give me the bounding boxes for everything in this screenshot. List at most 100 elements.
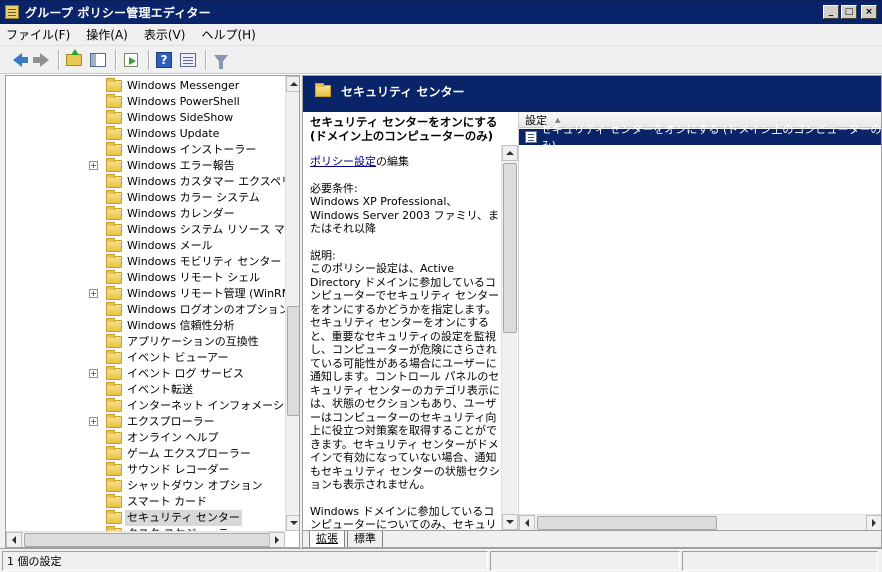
minimize-button[interactable]: _ <box>823 5 839 19</box>
folder-icon <box>106 430 122 444</box>
help-button[interactable]: ? <box>153 49 175 71</box>
list-item-label: セキュリティ センターをオンにする (ドメイン上のコンピューターのみ) <box>540 123 882 152</box>
tree-scroll-left-button[interactable] <box>6 532 22 547</box>
menu-help[interactable]: ヘルプ(H) <box>201 26 255 43</box>
edit-line: ポリシー設定の編集 <box>310 155 505 169</box>
tree-scroll-thumb[interactable] <box>287 306 299 416</box>
list-item[interactable]: セキュリティ センターをオンにする (ドメイン上のコンピューターのみ) <box>519 123 881 152</box>
window-title: グループ ポリシー管理エディター <box>25 5 211 20</box>
tree-item[interactable]: + エクスプローラー <box>6 414 285 430</box>
tree-item[interactable]: セキュリティ センター <box>6 510 285 526</box>
explanation: 説明: このポリシー設定は、Active Directory ドメインに参加してい… <box>310 249 505 492</box>
tree-scroll-right-button[interactable] <box>269 532 285 547</box>
tree-item[interactable]: Windows メール <box>6 238 285 254</box>
folder-up-icon <box>66 48 82 66</box>
toolbar-separator <box>148 49 149 70</box>
export-list-button[interactable] <box>120 49 142 71</box>
tree-item[interactable]: ゲーム エクスプローラー <box>6 446 285 462</box>
window-controls: _ □ × <box>823 5 877 19</box>
help-icon: ? <box>156 51 172 68</box>
tree-scroll-up-button[interactable] <box>286 76 299 92</box>
requirements: 必要条件: Windows XP Professional、Windows Ser… <box>310 182 505 236</box>
properties-icon <box>180 52 196 67</box>
folder-icon <box>106 254 122 268</box>
folder-icon <box>106 366 122 380</box>
tree-item[interactable]: Windows システム リソース マネー <box>6 222 299 238</box>
desc-scroll-thumb[interactable] <box>503 163 517 333</box>
tree-item[interactable]: Windows カレンダー <box>6 206 285 222</box>
properties-button[interactable] <box>177 49 199 71</box>
tree-item[interactable]: Windows モビリティ センター <box>6 254 285 270</box>
tree-item[interactable]: アプリケーションの互換性 <box>6 334 285 350</box>
tree-item[interactable]: Windows インストーラー <box>6 142 285 158</box>
expand-icon[interactable]: + <box>89 417 98 426</box>
tree-item[interactable]: Windows ログオンのオプション <box>6 302 290 318</box>
edit-policy-link[interactable]: ポリシー設定 <box>310 155 376 168</box>
tree-item[interactable]: Windows カラー システム <box>6 190 285 206</box>
tree-item-label: Windows ログオンのオプション <box>127 303 290 316</box>
list-scroll-left-button[interactable] <box>519 515 535 531</box>
filter-icon <box>214 55 228 69</box>
folder-icon <box>106 286 122 300</box>
edit-suffix: の編集 <box>376 155 409 168</box>
tree-item[interactable]: Windows Update <box>6 126 285 142</box>
close-button[interactable]: × <box>861 5 877 19</box>
description-scrollbar[interactable] <box>501 145 518 530</box>
tab-standard[interactable]: 標準 <box>347 531 383 547</box>
tree-item[interactable]: インターネット インフォメーション サ <box>6 398 299 414</box>
tree-item[interactable]: オンライン ヘルプ <box>6 430 285 446</box>
tree-item[interactable]: サウンド レコーダー <box>6 462 285 478</box>
scroll-down-icon <box>506 520 514 524</box>
up-level-button[interactable] <box>63 48 85 71</box>
tree-item[interactable]: + イベント ログ サービス <box>6 366 285 382</box>
forward-button[interactable] <box>30 49 52 71</box>
tree-item-label: イベント ビューアー <box>127 351 229 364</box>
tree-item-label: Windows インストーラー <box>127 143 257 156</box>
filter-button[interactable] <box>210 49 232 71</box>
tab-extended[interactable]: 拡張 <box>309 531 345 547</box>
expand-icon[interactable]: + <box>89 369 98 378</box>
tree-item-label: アプリケーションの互換性 <box>127 335 259 348</box>
tree-item[interactable]: Windows 信頼性分析 <box>6 318 285 334</box>
tree-item[interactable]: Windows PowerShell <box>6 94 285 110</box>
tree-list: Windows Messenger Windows PowerShell Windo… <box>6 78 299 542</box>
desc-scroll-down-button[interactable] <box>502 514 518 530</box>
policy-setting-icon <box>525 131 537 143</box>
tree-item[interactable]: + Windows エラー報告 <box>6 158 285 174</box>
back-button[interactable] <box>6 49 28 71</box>
show-hide-tree-button[interactable] <box>87 49 109 71</box>
details-header: セキュリティ センター <box>303 76 881 106</box>
folder-icon <box>106 270 122 284</box>
tree-item-label: Windows PowerShell <box>127 95 240 108</box>
menu-view[interactable]: 表示(V) <box>144 26 186 43</box>
tree-item-label: Windows リモート管理 (WinRM) <box>127 287 296 300</box>
expand-icon[interactable]: + <box>89 161 98 170</box>
tree-hscroll-thumb[interactable] <box>24 533 274 547</box>
tree-item[interactable]: Windows リモート シェル <box>6 270 285 286</box>
list-scroll-right-button[interactable] <box>866 515 881 531</box>
desc-scroll-up-button[interactable] <box>502 145 518 161</box>
tree-item[interactable]: Windows カスタマー エクスペリエン <box>6 174 299 190</box>
tree-item[interactable]: シャットダウン オプション <box>6 478 285 494</box>
menu-action[interactable]: 操作(A) <box>86 26 128 43</box>
tree-item[interactable]: イベント転送 <box>6 382 285 398</box>
list-horizontal-scrollbar[interactable] <box>519 514 881 531</box>
folder-icon <box>106 350 122 364</box>
tree-item[interactable]: イベント ビューアー <box>6 350 285 366</box>
folder-icon <box>106 302 122 316</box>
expand-icon[interactable]: + <box>89 289 98 298</box>
tree-horizontal-scrollbar[interactable] <box>6 531 285 547</box>
tree-vertical-scrollbar[interactable] <box>285 76 299 531</box>
console-tree-icon <box>90 52 106 67</box>
menu-file[interactable]: ファイル(F) <box>6 26 70 43</box>
maximize-button[interactable]: □ <box>841 5 857 19</box>
tree-item[interactable]: Windows Messenger <box>6 78 285 94</box>
tree-scroll-down-button[interactable] <box>286 515 299 531</box>
folder-icon <box>106 190 122 204</box>
tree-item-label: Windows カスタマー エクスペリエン <box>127 175 300 188</box>
tree-item[interactable]: スマート カード <box>6 494 285 510</box>
tree-item[interactable]: + Windows リモート管理 (WinRM) <box>6 286 295 302</box>
folder-icon <box>106 462 122 476</box>
tree-item[interactable]: Windows SideShow <box>6 110 285 126</box>
list-hscroll-thumb[interactable] <box>537 516 717 530</box>
